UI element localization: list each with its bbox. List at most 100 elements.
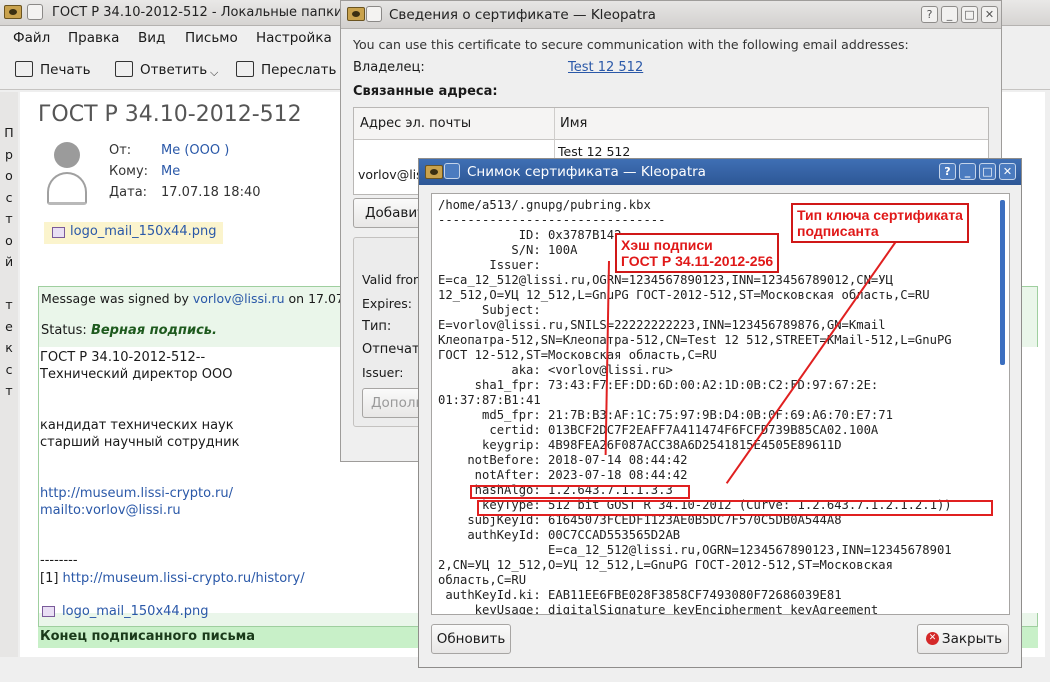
signed-by-text: Message was signed by: [41, 291, 193, 306]
avatar: [54, 142, 80, 168]
body-line: кандидат технических наук: [40, 418, 234, 433]
history-link[interactable]: http://museum.lissi-crypto.ru/history/: [63, 571, 305, 586]
close-icon[interactable]: ✕: [981, 6, 998, 23]
close-button-label: Закрыть: [941, 631, 1003, 647]
col-email-header[interactable]: Адрес эл. почты: [360, 116, 471, 131]
hash-annotation: Хэш подписи ГОСТ Р 34.11-2012-256: [615, 233, 780, 273]
add-button[interactable]: Добавить: [353, 198, 433, 228]
help-icon[interactable]: ?: [921, 6, 938, 23]
status-label: Status:: [41, 323, 91, 338]
reference-line: [1] http://museum.lissi-crypto.ru/histor…: [40, 571, 305, 586]
window-menu-icon[interactable]: [444, 163, 460, 179]
sidebar-char: с: [5, 189, 13, 205]
more-details-button[interactable]: Дополн: [362, 388, 424, 418]
maximize-icon[interactable]: □: [979, 163, 996, 180]
keytype-annotation: Тип ключа сертификата подписанта: [791, 203, 969, 243]
body-line: ГОСТ Р 34.10-2012-512--: [40, 350, 206, 365]
message-subject: ГОСТ Р 34.10-2012-512: [38, 102, 302, 127]
type-label: Тип:: [362, 319, 392, 334]
sidebar-char: т: [5, 383, 13, 398]
folder-pane-strip: П р о с т о й т е к с т: [0, 92, 18, 657]
details-title: Сведения о сертификате — Kleopatra: [389, 7, 656, 23]
related-label: Связанные адреса:: [353, 84, 498, 99]
reply-button[interactable]: Ответить: [140, 62, 207, 78]
mailto-link[interactable]: mailto:vorlov@lissi.ru: [40, 503, 181, 518]
avatar-body: [47, 172, 87, 205]
sidebar-char: к: [5, 340, 13, 355]
attachment2-name: logo_mail_150x44.png: [62, 604, 209, 619]
sidebar-char: П: [4, 125, 14, 140]
dump-title: Снимок сертификата — Kleopatra: [467, 164, 706, 180]
sidebar-char: е: [5, 318, 13, 334]
from-label: От:: [109, 143, 132, 158]
owner-link[interactable]: Test 12 512: [568, 60, 643, 75]
scrollbar-thumb[interactable]: [1000, 200, 1005, 365]
sidebar-char: о: [5, 232, 13, 248]
minimize-icon[interactable]: _: [941, 6, 958, 23]
ref-prefix: [1]: [40, 571, 63, 586]
mail-window-title: ГОСТ Р 34.10-2012-512 - Локальные папки: [52, 5, 343, 20]
image-file-icon: [52, 227, 65, 238]
window-menu-icon[interactable]: [366, 6, 382, 22]
kleopatra-icon: [347, 7, 365, 21]
chevron-down-icon[interactable]: ⌵: [210, 66, 218, 80]
signature-info: Message was signed by vorlov@lissi.ru on…: [41, 291, 364, 306]
refresh-button[interactable]: Обновить: [431, 624, 511, 654]
table-row-name[interactable]: Test 12 512: [558, 144, 630, 159]
print-button[interactable]: Печать: [40, 62, 91, 78]
signature-status: Status: Верная подпись.: [41, 323, 217, 338]
menu-file[interactable]: Файл: [13, 30, 50, 46]
attachment2-link[interactable]: logo_mail_150x44.png: [40, 604, 209, 619]
end-signed-text: Конец подписанного письма: [40, 629, 256, 644]
minimize-icon[interactable]: _: [959, 163, 976, 180]
body-line: Технический директор ООО: [40, 367, 233, 382]
from-value[interactable]: Me (ООО ): [161, 143, 229, 158]
to-label: Кому:: [109, 164, 149, 179]
details-titlebar: Сведения о сертификате — Kleopatra ? _ □…: [341, 1, 1001, 29]
help-icon[interactable]: ?: [939, 163, 956, 180]
menu-message[interactable]: Письмо: [185, 30, 238, 46]
print-icon: [15, 61, 33, 77]
maximize-icon[interactable]: □: [961, 6, 978, 23]
owner-label: Владелец:: [353, 60, 425, 75]
status-value: Верная подпись.: [90, 323, 217, 338]
close-circle-icon: ✕: [926, 632, 939, 645]
museum-link[interactable]: http://museum.lissi-crypto.ru/: [40, 486, 233, 501]
date-value: 17.07.18 18:40: [161, 185, 261, 200]
hashalgo-highlight: [470, 485, 690, 499]
reply-icon: [115, 61, 133, 77]
details-intro: You can use this certificate to secure c…: [353, 37, 909, 52]
col-name-header[interactable]: Имя: [560, 116, 587, 131]
image-file-icon: [42, 606, 55, 617]
forward-icon: [236, 61, 254, 77]
body-line: старший научный сотрудник: [40, 435, 240, 450]
window-menu-icon[interactable]: [27, 4, 43, 20]
sidebar-vertical-text: П р о с т о й т е к с т: [3, 122, 15, 402]
close-icon[interactable]: ✕: [999, 163, 1016, 180]
certificate-dump-dialog: Снимок сертификата — Kleopatra ? _ □ ✕ /…: [418, 158, 1022, 668]
date-label: Дата:: [109, 185, 148, 200]
menu-settings[interactable]: Настройка: [256, 30, 332, 46]
attachment-link[interactable]: logo_mail_150x44.png: [44, 222, 223, 244]
app-icon: [4, 5, 22, 19]
sidebar-char: с: [5, 361, 13, 377]
keytype-highlight: [477, 500, 993, 516]
menu-edit[interactable]: Правка: [68, 30, 119, 46]
menu-view[interactable]: Вид: [138, 30, 165, 46]
sidebar-char: т: [5, 211, 13, 226]
to-value[interactable]: Me: [161, 164, 180, 179]
forward-button[interactable]: Переслать: [261, 62, 336, 78]
valid-from-label: Valid from: [362, 272, 426, 287]
close-button[interactable]: ✕ Закрыть: [917, 624, 1009, 654]
kleopatra-icon: [425, 165, 443, 179]
signer-email-link[interactable]: vorlov@lissi.ru: [193, 291, 285, 306]
attachment-name: logo_mail_150x44.png: [70, 224, 217, 239]
fingerprint-label: Отпечат: [362, 342, 420, 357]
table-header: Адрес эл. почты Имя: [354, 108, 988, 140]
issuer-label: Issuer:: [362, 365, 404, 380]
sidebar-char: й: [4, 254, 14, 269]
sidebar-char: т: [5, 297, 13, 312]
sidebar-char: о: [5, 168, 13, 183]
sidebar-char: р: [5, 146, 13, 162]
